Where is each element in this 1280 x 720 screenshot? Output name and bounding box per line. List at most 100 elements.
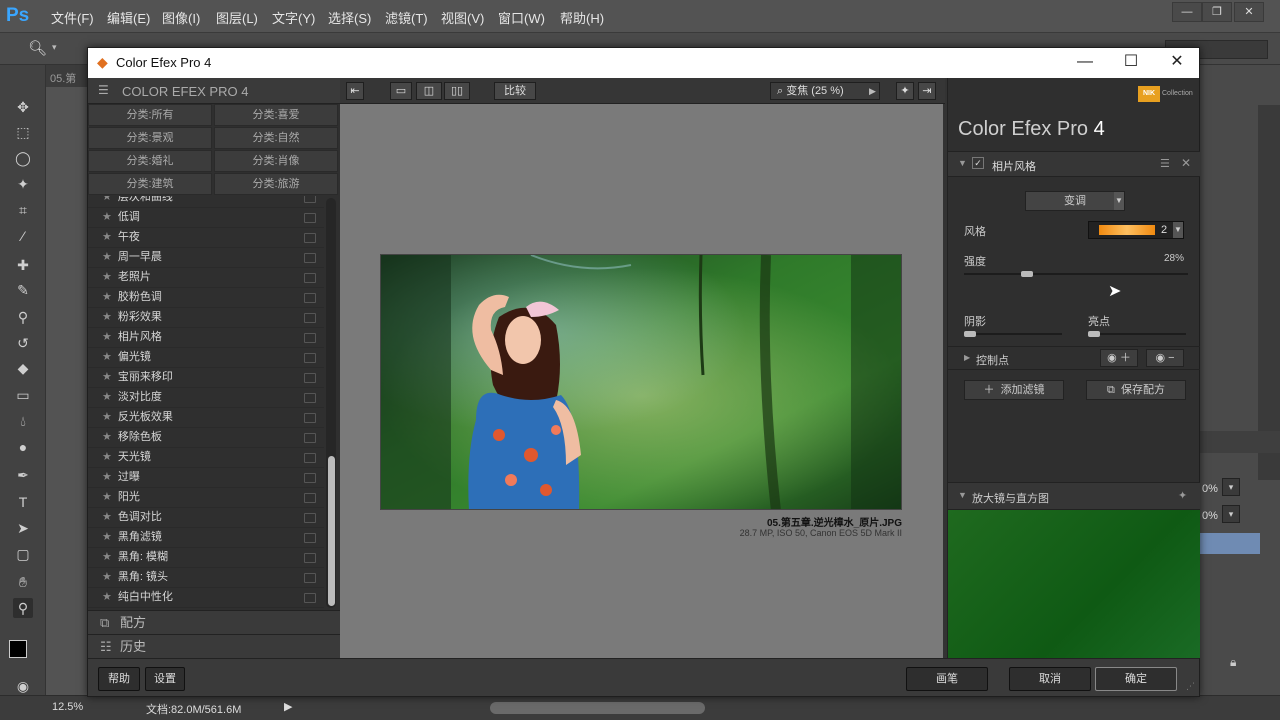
highlight-slider-track[interactable]	[1088, 333, 1186, 335]
filter-list-item[interactable]: ★ 胶粉色调	[88, 288, 324, 308]
toggle-browser-icon[interactable]: ⇤	[346, 82, 364, 100]
favorite-star-icon[interactable]: ★	[102, 231, 112, 243]
menu-view[interactable]: 视图(V)	[441, 8, 484, 27]
filter-list-item[interactable]: ★ 相片风格	[88, 328, 324, 348]
bulb-icon[interactable]: ✦	[896, 82, 914, 100]
menu-type[interactable]: 文字(Y)	[272, 8, 315, 27]
filter-list-item[interactable]: ★ 反光板效果	[88, 408, 324, 428]
favorite-star-icon[interactable]: ★	[102, 531, 112, 543]
filter-list-item[interactable]: ★ 黑角: 模糊	[88, 548, 324, 568]
filter-list-item[interactable]: ★ 阳光	[88, 488, 324, 508]
menu-file[interactable]: 文件(F)	[51, 8, 94, 27]
favorite-star-icon[interactable]: ★	[102, 291, 112, 303]
dialog-minimize-button[interactable]: —	[1074, 52, 1096, 74]
compare-button[interactable]: 比较	[494, 82, 536, 100]
resize-grip-icon[interactable]: ⋰	[1186, 681, 1195, 692]
menu-layer[interactable]: 图层(L)	[216, 8, 258, 27]
help-button[interactable]: 帮助	[98, 667, 140, 691]
zoom-level[interactable]: 12.5%	[52, 701, 83, 713]
healing-brush-icon[interactable]: ✚	[13, 255, 33, 275]
menu-filter[interactable]: 滤镜(T)	[385, 8, 428, 27]
side-by-side-view-icon[interactable]: ▯▯	[444, 82, 470, 100]
category-favorite[interactable]: 分类:喜爱	[214, 104, 338, 126]
ps-minimize-button[interactable]: —	[1172, 2, 1202, 22]
favorite-star-icon[interactable]: ★	[102, 491, 112, 503]
status-menu-arrow-icon[interactable]: ▶	[284, 700, 292, 713]
dialog-close-button[interactable]: ✕	[1166, 52, 1188, 74]
ps-close-button[interactable]: ✕	[1234, 2, 1264, 22]
collapse-arrow-icon[interactable]: ▼	[958, 158, 967, 168]
cancel-button[interactable]: 取消	[1009, 667, 1091, 691]
filter-list-item[interactable]: ★ 淡对比度	[88, 388, 324, 408]
menu-help[interactable]: 帮助(H)	[560, 8, 604, 27]
filter-enable-checkbox[interactable]: ✓	[972, 157, 984, 169]
selected-layer-row[interactable]	[1200, 533, 1260, 554]
filter-list-item[interactable]: ★ 层次和曲线	[88, 196, 324, 208]
filter-list-item[interactable]: ★ 纯白中性化	[88, 588, 324, 608]
toggle-controls-icon[interactable]: ⇥	[918, 82, 936, 100]
split-view-icon[interactable]: ◫	[416, 82, 442, 100]
history-brush-icon[interactable]: ↺	[13, 333, 33, 353]
filter-list-item[interactable]: ★ 移除色板	[88, 428, 324, 448]
loupe-collapse-icon[interactable]: ▼	[958, 490, 967, 500]
eyedropper-icon[interactable]: ⁄	[13, 226, 33, 246]
loupe-section-header[interactable]: ▼ 放大镜与直方图 ✦	[948, 482, 1200, 510]
style-selector[interactable]: 2 ▼	[1088, 221, 1184, 239]
filter-list-item[interactable]: ★ 午夜	[88, 228, 324, 248]
filter-remove-icon[interactable]: ✕	[1181, 156, 1191, 170]
favorite-star-icon[interactable]: ★	[102, 471, 112, 483]
quick-mask-icon[interactable]: ◉	[13, 676, 33, 696]
crop-tool-icon[interactable]: ⌗	[13, 200, 33, 220]
favorite-star-icon[interactable]: ★	[102, 511, 112, 523]
save-recipe-button[interactable]: ⧉ 保存配方	[1086, 380, 1186, 400]
history-section[interactable]: ☷ 历史	[88, 634, 340, 658]
blur-tool-icon[interactable]: 💧︎	[13, 411, 33, 431]
category-wedding[interactable]: 分类:婚礼	[88, 150, 212, 172]
horizontal-scrollbar[interactable]	[490, 702, 705, 714]
preview-canvas[interactable]: 05.第五章.逆光樟水_原片.JPG 28.7 MP, ISO 50, Cano…	[340, 104, 943, 658]
brush-tool-icon[interactable]: ✎	[13, 280, 33, 300]
list-icon[interactable]: ☰	[98, 83, 109, 97]
menu-image[interactable]: 图像(I)	[162, 8, 200, 27]
foreground-color-swatch[interactable]	[9, 640, 27, 658]
zoom-tool-icon[interactable]: ⚲	[13, 598, 33, 618]
category-travel[interactable]: 分类:旅游	[214, 173, 338, 195]
zoom-tool-icon[interactable]: 🔍︎	[28, 39, 47, 57]
ok-button[interactable]: 确定	[1095, 667, 1177, 691]
brush-button[interactable]: 画笔	[906, 667, 988, 691]
settings-button[interactable]: 设置	[145, 667, 185, 691]
favorite-star-icon[interactable]: ★	[102, 591, 112, 603]
shape-tool-icon[interactable]: ▢	[13, 544, 33, 564]
filter-list-item[interactable]: ★ 黑角滤镜	[88, 528, 324, 548]
menu-edit[interactable]: 编辑(E)	[107, 8, 150, 27]
type-tool-icon[interactable]: T	[13, 492, 33, 512]
filter-list-item[interactable]: ★ 周一早晨	[88, 248, 324, 268]
shadow-slider-knob[interactable]	[964, 331, 976, 337]
favorite-star-icon[interactable]: ★	[102, 451, 112, 463]
dodge-tool-icon[interactable]: ●	[13, 437, 33, 457]
favorite-star-icon[interactable]: ★	[102, 271, 112, 283]
pen-tool-icon[interactable]: ✒	[13, 465, 33, 485]
ps-document-tab[interactable]: 05.第	[46, 65, 91, 87]
category-architecture[interactable]: 分类:建筑	[88, 173, 212, 195]
filter-section-header[interactable]: ▼ ✓ 相片风格 ☰ ✕	[948, 151, 1200, 177]
category-nature[interactable]: 分类:自然	[214, 127, 338, 149]
path-select-icon[interactable]: ➤	[13, 518, 33, 538]
category-all[interactable]: 分类:所有	[88, 104, 212, 126]
opacity-dropdown[interactable]: ▾	[1222, 478, 1240, 496]
shadow-slider-track[interactable]	[964, 333, 1062, 335]
mode-dropdown[interactable]: 变调 ▼	[1025, 191, 1125, 211]
lock-icon[interactable]: 🔒︎	[1230, 655, 1236, 670]
favorite-star-icon[interactable]: ★	[102, 551, 112, 563]
highlight-slider-knob[interactable]	[1088, 331, 1100, 337]
filter-list-item[interactable]: ★ 黑角: 镜头	[88, 568, 324, 588]
recipes-section[interactable]: ⧉ 配方	[88, 610, 340, 634]
filter-list-item[interactable]: ★ 天光镜	[88, 448, 324, 468]
favorite-star-icon[interactable]: ★	[102, 351, 112, 363]
hand-tool-icon[interactable]: ✋︎	[13, 572, 33, 592]
lasso-tool-icon[interactable]: ◯	[13, 148, 33, 168]
marquee-tool-icon[interactable]: ⬚	[13, 122, 33, 142]
favorite-star-icon[interactable]: ★	[102, 331, 112, 343]
filter-list-item[interactable]: ★ 偏光镜	[88, 348, 324, 368]
preview-photo[interactable]	[380, 254, 902, 510]
